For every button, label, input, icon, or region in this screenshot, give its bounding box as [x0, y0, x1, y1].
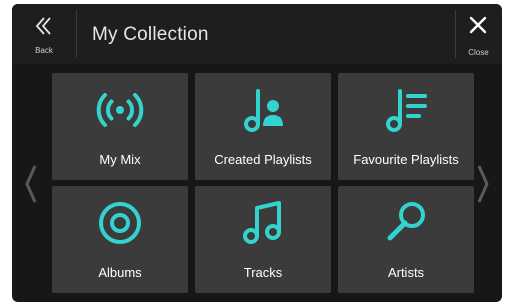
tile-label: Albums: [98, 265, 142, 280]
tile-created-playlists[interactable]: Created Playlists: [195, 73, 331, 180]
tile-label: My Mix: [99, 152, 141, 167]
double-chevron-left-icon: [35, 17, 51, 35]
music-note-list-icon: [386, 89, 427, 132]
close-button[interactable]: Close: [455, 4, 502, 64]
chevron-right-icon[interactable]: [476, 164, 490, 204]
tile-label: Artists: [387, 265, 425, 280]
tile-label: Tracks: [243, 265, 283, 280]
tile-label: Created Playlists: [214, 152, 312, 167]
back-label: Back: [35, 46, 53, 55]
radio-broadcast-icon: [96, 93, 144, 127]
back-button[interactable]: Back: [12, 4, 76, 64]
music-note-person-icon: [244, 89, 283, 132]
close-label: Close: [468, 48, 489, 57]
page-title: My Collection: [92, 24, 209, 45]
header-divider-left: [76, 10, 77, 58]
tile-tracks[interactable]: Tracks: [195, 186, 331, 293]
tile-albums[interactable]: Albums: [52, 186, 188, 293]
microphone-icon: [387, 202, 425, 241]
my-collection-screen: Back My Collection Close My Mix Created …: [12, 4, 502, 302]
tile-my-mix[interactable]: My Mix: [52, 73, 188, 180]
close-icon: [469, 16, 487, 34]
header-bar: Back My Collection Close: [12, 4, 502, 64]
tile-artists[interactable]: Artists: [338, 186, 474, 293]
disc-icon: [99, 202, 141, 244]
double-music-note-icon: [243, 201, 281, 244]
chevron-left-icon[interactable]: [24, 164, 38, 204]
tile-favourite-playlists[interactable]: Favourite Playlists: [338, 73, 474, 180]
tile-label: Favourite Playlists: [353, 152, 459, 167]
